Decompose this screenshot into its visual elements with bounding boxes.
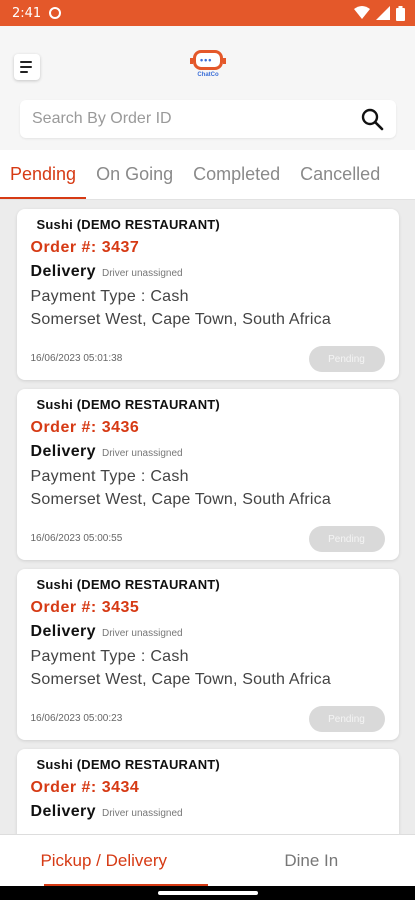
tab-completed[interactable]: Completed: [183, 150, 290, 199]
order-date: 16/06/2023 05:00:23: [30, 713, 123, 724]
payment-type: Payment Type : Cash: [30, 468, 189, 485]
restaurant-name: Sushi (DEMO RESTAURANT): [36, 397, 220, 412]
order-status-tabs: Pending On Going Completed Cancelled: [0, 150, 415, 200]
bottom-nav: Pickup / Delivery Dine In: [0, 834, 415, 886]
driver-status: Driver unassigned: [101, 808, 183, 819]
payment-type: Payment Type : Cash: [30, 648, 189, 665]
tab-pending[interactable]: Pending: [0, 150, 87, 199]
wifi-icon: [354, 6, 370, 19]
order-date: 16/06/2023 05:00:55: [30, 533, 123, 544]
order-number: Order #: 3437: [30, 239, 140, 256]
status-bar: 2:41: [0, 0, 415, 26]
home-indicator[interactable]: [158, 891, 258, 895]
tab-cancelled[interactable]: Cancelled: [290, 150, 390, 199]
chatbot-logo-icon: •••: [190, 50, 226, 70]
delivery-address: Somerset West, Cape Town, South Africa: [30, 311, 331, 328]
driver-status: Driver unassigned: [101, 628, 183, 639]
driver-status: Driver unassigned: [101, 448, 183, 459]
order-date: 16/06/2023 05:01:38: [30, 353, 123, 364]
order-mode: Delivery: [30, 803, 96, 820]
status-time: 2:41: [12, 5, 42, 21]
nav-dine-in[interactable]: Dine In: [208, 835, 415, 886]
status-icons: [354, 5, 405, 21]
hamburger-icon: [20, 61, 32, 63]
search-icon[interactable]: [360, 107, 384, 131]
order-list[interactable]: Sushi (DEMO RESTAURANT) Order #: 3437 De…: [0, 200, 415, 834]
order-card[interactable]: Sushi (DEMO RESTAURANT) Order #: 3435 De…: [16, 569, 399, 740]
order-card[interactable]: Sushi (DEMO RESTAURANT) Order #: 3434 De…: [16, 749, 399, 834]
signal-icon: [376, 6, 390, 20]
driver-status: Driver unassigned: [101, 268, 183, 279]
delivery-address: Somerset West, Cape Town, South Africa: [30, 491, 331, 508]
status-badge[interactable]: Pending: [308, 346, 385, 372]
system-nav-bar: [0, 886, 415, 900]
payment-type: Payment Type : Cash: [30, 288, 189, 305]
tab-on-going[interactable]: On Going: [86, 150, 183, 199]
status-badge[interactable]: Pending: [308, 706, 385, 732]
order-number: Order #: 3436: [30, 419, 140, 436]
app-header: ••• ChatCo: [0, 26, 415, 150]
order-card[interactable]: Sushi (DEMO RESTAURANT) Order #: 3436 De…: [16, 389, 399, 560]
search-bar: [20, 100, 396, 138]
status-badge[interactable]: Pending: [308, 526, 385, 552]
battery-icon: [396, 5, 405, 21]
nav-pickup-delivery[interactable]: Pickup / Delivery: [0, 835, 208, 886]
order-number: Order #: 3434: [30, 779, 140, 796]
search-input[interactable]: [32, 110, 360, 128]
restaurant-name: Sushi (DEMO RESTAURANT): [36, 577, 220, 592]
restaurant-name: Sushi (DEMO RESTAURANT): [36, 217, 220, 232]
order-mode: Delivery: [30, 623, 96, 640]
delivery-address: Somerset West, Cape Town, South Africa: [30, 671, 331, 688]
order-number: Order #: 3435: [30, 599, 140, 616]
menu-button[interactable]: [14, 54, 40, 80]
logo-text: ChatCo: [197, 72, 219, 78]
gear-icon: [49, 7, 62, 19]
order-mode: Delivery: [30, 263, 96, 280]
restaurant-name: Sushi (DEMO RESTAURANT): [36, 757, 220, 772]
order-card[interactable]: Sushi (DEMO RESTAURANT) Order #: 3437 De…: [16, 209, 399, 380]
app-logo: ••• ChatCo: [190, 50, 226, 78]
order-mode: Delivery: [30, 443, 96, 460]
